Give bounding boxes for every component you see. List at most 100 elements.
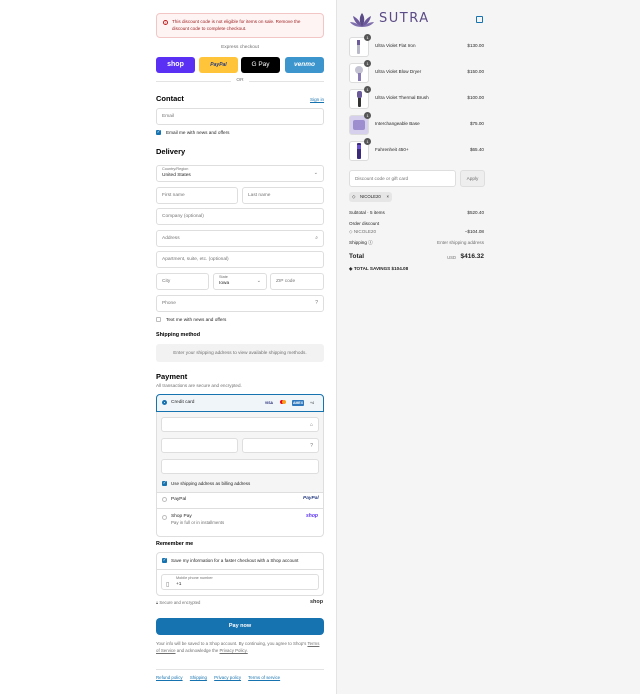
pay-now-button[interactable]: Pay now: [156, 618, 324, 635]
shoppay-radio[interactable]: [162, 515, 167, 520]
phone-field[interactable]: Phone ?: [156, 295, 324, 312]
expiration-date-field[interactable]: [161, 438, 238, 453]
shipping-method-message: Enter your shipping address to view avai…: [156, 344, 324, 362]
discount-tag: ◇ NICOLE20 ×: [349, 192, 392, 202]
cart-item: 1 Ultra Violet Blow Dryer $150.00: [349, 60, 484, 83]
country-value: United States: [162, 173, 191, 178]
help-icon[interactable]: ?: [315, 296, 318, 311]
privacy-link[interactable]: Privacy Policy.: [220, 648, 248, 653]
sign-in-link[interactable]: Sign in: [310, 97, 324, 102]
search-icon: ⌕: [315, 235, 318, 241]
company-placeholder: Company (optional): [162, 214, 204, 219]
state-value: Iowa: [219, 281, 230, 286]
paypal-logo: PayPal: [303, 496, 319, 501]
phone-placeholder: Phone: [162, 301, 176, 306]
error-icon: !: [163, 20, 168, 25]
quantity-badge: 1: [364, 60, 371, 67]
email-news-checkbox[interactable]: [156, 129, 161, 135]
use-shipping-label: Use shipping address as billing address: [171, 481, 251, 486]
item-price: $100.00: [467, 95, 484, 100]
google-pay-button[interactable]: G Pay: [241, 57, 280, 73]
secure-text: Secure and encrypted: [159, 600, 201, 605]
total-label: Total: [349, 253, 365, 260]
close-icon[interactable]: ×: [386, 192, 389, 202]
item-name: Ultra Violet Blow Dryer: [375, 69, 422, 74]
total-savings-label: TOTAL SAVINGS: [353, 266, 391, 271]
card-number-field[interactable]: ⌂: [161, 417, 319, 432]
venmo-button[interactable]: venmo: [285, 57, 324, 73]
chevron-down-icon: ⌄: [313, 170, 318, 176]
item-name: Ultra Violet Flat Iron: [375, 43, 416, 48]
city-field[interactable]: City: [156, 273, 209, 290]
discount-code-input[interactable]: Discount code or gift card: [349, 170, 456, 187]
legal-text: Your info will be saved to a Shop accoun…: [156, 641, 324, 654]
first-name-field[interactable]: First name: [156, 187, 238, 204]
amex-icon: AMEX: [292, 400, 304, 406]
privacy-policy-link[interactable]: Privacy policy: [214, 675, 241, 680]
mobile-phone-label: Mobile phone number: [176, 576, 213, 580]
item-price: $75.00: [469, 121, 484, 126]
terms-of-service-link[interactable]: Terms of service: [248, 675, 280, 680]
currency-label: USD: [447, 255, 456, 260]
first-name-placeholder: First name: [162, 193, 185, 198]
discount-value: −$104.08: [464, 229, 484, 234]
lock-icon: 🔒︎: [156, 600, 159, 605]
item-price: $130.00: [467, 43, 484, 48]
total-row: Total USD $416.32: [349, 253, 484, 260]
item-name: Fahrenheit 450+: [375, 147, 409, 152]
use-shipping-checkbox[interactable]: [162, 480, 167, 486]
secure-note: 🔒︎ Secure and encrypted: [156, 600, 200, 605]
lock-icon: ⌂: [309, 422, 313, 428]
shipping-policy-link[interactable]: Shipping: [190, 675, 207, 680]
email-news-label: Email me with news and offers: [166, 130, 230, 135]
security-code-field[interactable]: ?: [242, 438, 319, 453]
mastercard-icon: [278, 400, 288, 406]
quantity-badge: 1: [364, 112, 371, 119]
divider: [157, 492, 323, 493]
refund-policy-link[interactable]: Refund policy: [156, 675, 183, 680]
cart-item: 1 Ultra Violet Thermal Brush $100.00: [349, 86, 484, 109]
discount-tag-code: NICOLE20: [360, 194, 381, 199]
paypal-radio[interactable]: [162, 497, 167, 502]
shop-pay-button[interactable]: shop: [156, 57, 195, 73]
text-news-label: Text me with news and offers: [166, 317, 227, 322]
city-placeholder: City: [162, 279, 171, 284]
subtotal-row: Subtotal · 5 items $520.40: [349, 210, 484, 215]
more-cards-badge: +4: [310, 401, 314, 405]
divider: [157, 508, 323, 509]
help-icon[interactable]: ⓘ: [368, 240, 373, 245]
subtotal-label: Subtotal · 5 items: [349, 210, 385, 215]
shoppay-logo: shop: [306, 513, 318, 519]
alert-message: This discount code is not eligible for i…: [172, 19, 301, 31]
sutra-logo-icon: [350, 13, 374, 27]
paypal-button[interactable]: PayPal: [199, 57, 238, 73]
text-news-checkbox[interactable]: [156, 317, 161, 322]
shoppay-option-label: Shop Pay: [171, 514, 192, 519]
last-name-field[interactable]: Last name: [242, 187, 324, 204]
state-select[interactable]: State Iowa ⌄: [213, 273, 267, 290]
discount-code-label: NICOLE20: [353, 229, 377, 234]
cart-item: 1 Fahrenheit 450+ $65.40: [349, 138, 484, 161]
company-field[interactable]: Company (optional): [156, 208, 324, 225]
credit-card-label: Credit card: [171, 400, 195, 405]
name-on-card-field[interactable]: [161, 459, 319, 474]
credit-card-radio[interactable]: [162, 400, 167, 405]
address-field[interactable]: Address ⌕: [156, 230, 324, 247]
zip-field[interactable]: ZIP code: [270, 273, 324, 290]
express-checkout-title: Express checkout: [221, 45, 259, 50]
shop-logo: shop: [310, 599, 324, 605]
cart-bag-icon[interactable]: [476, 16, 483, 23]
country-select[interactable]: Country/Region United States ⌄: [156, 165, 324, 182]
email-field[interactable]: Email: [156, 108, 324, 125]
apartment-field[interactable]: Apartment, suite, etc. (optional): [156, 251, 324, 268]
mobile-phone-field[interactable]: ▯ Mobile phone number +1: [161, 574, 319, 590]
shoppay-subtitle: Pay in full or in installments: [171, 520, 225, 525]
quantity-badge: 1: [364, 138, 371, 145]
visa-icon: VISA: [264, 401, 274, 405]
help-icon[interactable]: ?: [310, 439, 313, 454]
save-info-checkbox[interactable]: [162, 557, 167, 563]
tag-icon: ◇: [349, 229, 353, 234]
apply-discount-button[interactable]: Apply: [460, 170, 485, 187]
shipping-value: Enter shipping address: [437, 240, 484, 245]
cart-item: 1 Ultra Violet Flat Iron $130.00: [349, 34, 484, 57]
